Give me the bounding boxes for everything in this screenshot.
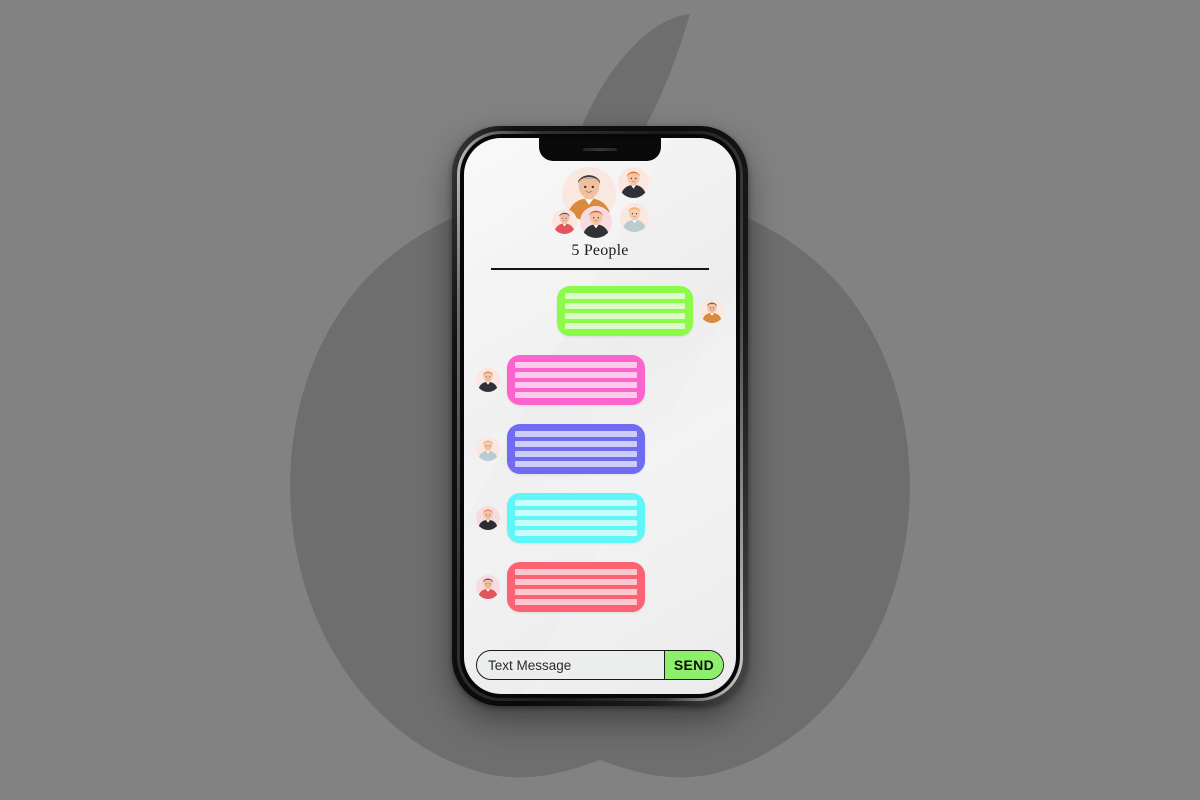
page-title: 5 People bbox=[571, 242, 629, 259]
phone-screen: 5 People Text Message SEND bbox=[464, 138, 736, 694]
message-text-line bbox=[515, 588, 637, 595]
phone-device: 5 People Text Message SEND bbox=[452, 126, 748, 706]
message-incoming-purple bbox=[476, 423, 724, 474]
message-bubble[interactable] bbox=[507, 561, 645, 612]
message-bubble[interactable] bbox=[557, 285, 693, 336]
notch bbox=[539, 138, 661, 161]
message-text-line bbox=[515, 568, 637, 575]
phone-bezel-band: 5 People Text Message SEND bbox=[457, 131, 743, 701]
message-text-line bbox=[515, 391, 637, 398]
composer-bar: Text Message SEND bbox=[464, 640, 736, 694]
message-text-line bbox=[515, 509, 637, 516]
message-outgoing-green bbox=[476, 285, 724, 336]
message-incoming-cyan bbox=[476, 492, 724, 543]
message-text-line bbox=[515, 598, 637, 605]
screenshot-root: 5 People Text Message SEND bbox=[0, 0, 1200, 800]
message-text-line bbox=[515, 430, 637, 437]
group-avatar-right[interactable] bbox=[620, 203, 649, 232]
message-avatar-ginger-beard[interactable] bbox=[476, 367, 500, 392]
group-avatar-bottom[interactable] bbox=[580, 206, 612, 238]
message-avatar-dark-hair-red-top[interactable] bbox=[476, 574, 500, 599]
message-bubble[interactable] bbox=[507, 492, 645, 543]
message-text-line bbox=[515, 519, 637, 526]
message-text-line bbox=[515, 499, 637, 506]
message-list bbox=[464, 270, 736, 641]
message-incoming-red bbox=[476, 561, 724, 612]
group-avatar-bottom-left[interactable] bbox=[552, 209, 577, 234]
message-text-line bbox=[565, 312, 685, 319]
message-avatar-self[interactable] bbox=[700, 298, 724, 323]
message-avatar-blond[interactable] bbox=[476, 436, 500, 461]
message-text-line bbox=[515, 361, 637, 368]
group-avatar-cluster[interactable] bbox=[540, 165, 660, 239]
message-avatar-redhead[interactable] bbox=[476, 505, 500, 530]
message-text-line bbox=[515, 450, 637, 457]
message-text-line bbox=[515, 371, 637, 378]
message-text-line bbox=[565, 322, 685, 329]
message-bubble[interactable] bbox=[507, 423, 645, 474]
message-text-line bbox=[515, 440, 637, 447]
message-text-line bbox=[515, 529, 637, 536]
message-text-line bbox=[515, 460, 637, 467]
message-incoming-pink bbox=[476, 354, 724, 405]
message-text-line bbox=[515, 578, 637, 585]
send-button[interactable]: SEND bbox=[663, 651, 723, 679]
message-text-line bbox=[565, 302, 685, 309]
speaker-grille-icon bbox=[583, 148, 617, 151]
message-bubble[interactable] bbox=[507, 354, 645, 405]
composer-pill: Text Message SEND bbox=[476, 650, 724, 680]
text-message-input[interactable]: Text Message bbox=[477, 651, 664, 679]
message-text-line bbox=[565, 292, 685, 299]
group-avatar-top-right[interactable] bbox=[618, 167, 649, 198]
phone-bezel-inner: 5 People Text Message SEND bbox=[460, 134, 740, 698]
message-text-line bbox=[515, 381, 637, 388]
